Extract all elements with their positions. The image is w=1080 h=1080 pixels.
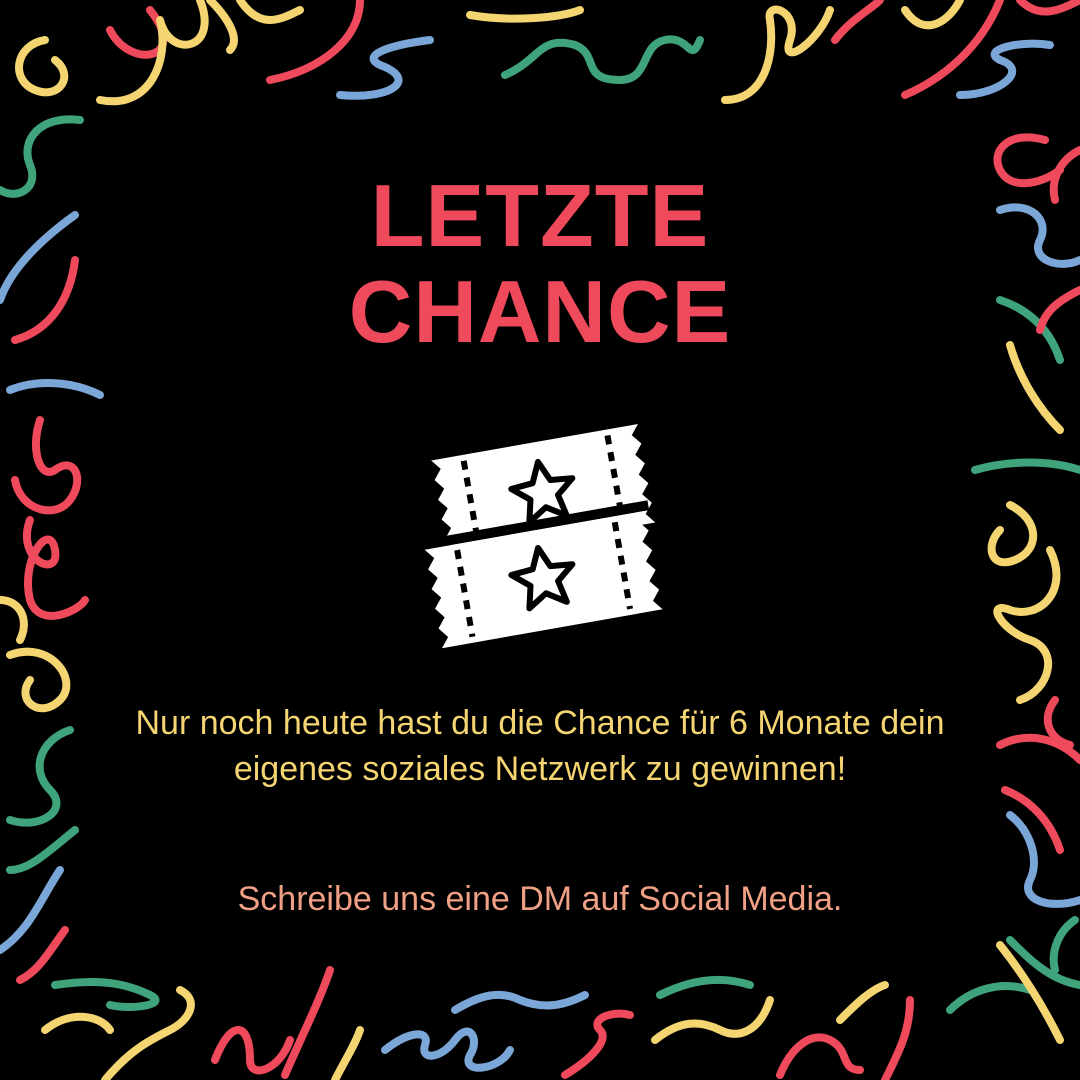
confetti-squiggle (996, 203, 1080, 268)
tickets-icon (418, 423, 663, 649)
confetti-squiggle (776, 1033, 864, 1079)
confetti-squiggle (987, 501, 1038, 567)
call-to-action: Schreibe uns eine DM auf Social Media. (237, 880, 843, 918)
confetti-squiggle (1049, 916, 1079, 974)
confetti-squiggle (993, 546, 1061, 704)
confetti-squiggle (16, 926, 69, 984)
confetti-squiggle (11, 256, 79, 344)
confetti-squiggle (1049, 146, 1080, 204)
confetti-squiggle (236, 0, 304, 24)
confetti-squiggle (281, 966, 334, 1079)
confetti-squiggle (956, 39, 1054, 99)
confetti-squiggle (721, 5, 834, 104)
confetti-squiggle (1006, 811, 1080, 908)
giveaway-post: LETZTE CHANCE Nur noch heute hast du die… (0, 0, 1080, 1080)
confetti-squiggle (901, 0, 964, 30)
confetti-squiggle (501, 35, 704, 84)
confetti-squiggle (6, 726, 74, 827)
headline-line-1: LETZTE (370, 166, 710, 265)
confetti-squiggle (15, 36, 69, 97)
confetti-squiggle (6, 826, 79, 874)
headline-line-2: CHANCE (348, 262, 732, 361)
confetti-squiggle (831, 0, 884, 44)
confetti-squiggle (836, 981, 889, 1024)
confetti-squiggle (0, 115, 84, 198)
confetti-squiggle (0, 211, 79, 304)
confetti-squiggle (561, 1009, 634, 1079)
confetti-squiggle (656, 975, 754, 999)
confetti-squiggle (381, 1027, 514, 1072)
confetti-squiggle (0, 866, 64, 954)
confetti-squiggle (1043, 696, 1074, 749)
confetti-squiggle (51, 978, 160, 1011)
confetti-squiggle (211, 1026, 294, 1075)
confetti-squiggle (331, 1026, 364, 1080)
confetti-squiggle (1016, 0, 1080, 16)
confetti-squiggle (41, 1012, 114, 1034)
confetti-squiggle (22, 516, 89, 620)
confetti-squiggle (6, 379, 104, 399)
confetti-squiggle (106, 6, 168, 59)
confetti-squiggle (946, 982, 1034, 1014)
confetti-squiggle (971, 458, 1080, 474)
confetti-squiggle (1036, 286, 1080, 334)
confetti-squiggle (0, 596, 28, 644)
giveaway-description: Nur noch heute hast du die Chance für 6 … (135, 704, 945, 788)
confetti-squiggle (466, 6, 584, 23)
confetti-squiggle (651, 996, 774, 1044)
confetti-squiggle (336, 36, 434, 100)
confetti-squiggle (6, 647, 71, 713)
confetti-squiggle (881, 996, 914, 1080)
confetti-squiggle (11, 416, 82, 515)
confetti-squiggle (266, 0, 364, 84)
confetti-squiggle (1006, 341, 1064, 434)
confetti-squiggle (993, 133, 1064, 188)
confetti-squiggle (206, 0, 238, 54)
confetti-squiggle (451, 990, 589, 1014)
